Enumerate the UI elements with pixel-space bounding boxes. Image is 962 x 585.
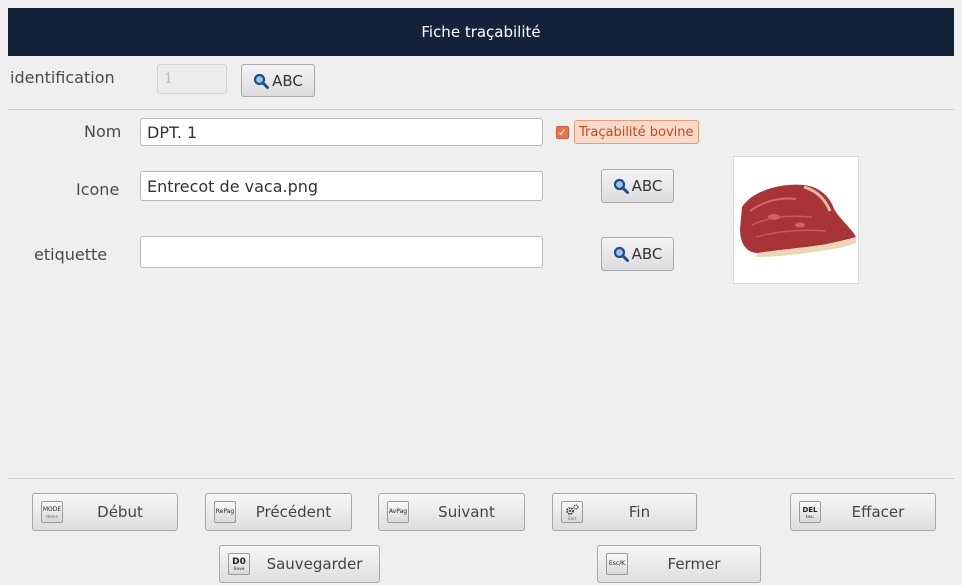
identification-label: identification xyxy=(10,68,115,87)
etiquette-label: etiquette xyxy=(34,245,108,264)
etiquette-search-button[interactable]: ABC xyxy=(601,237,674,271)
suivant-label: Suivant xyxy=(438,503,495,521)
identification-search-label: ABC xyxy=(272,71,303,90)
escape-key-icon: Esc/K xyxy=(606,553,628,575)
icone-input[interactable]: Entrecot de vaca.png xyxy=(140,171,543,201)
window-title: Fiche traçabilité xyxy=(421,23,541,41)
icone-search-label: ABC xyxy=(631,177,663,195)
page-down-key-icon: AvPag xyxy=(387,501,409,523)
delete-key-icon: DEL Ins. xyxy=(799,501,821,523)
sauvegarder-label: Sauvegarder xyxy=(266,555,363,573)
gear-icon xyxy=(566,503,579,515)
nom-value: DPT. 1 xyxy=(147,122,198,142)
identification-field: 1 xyxy=(157,64,227,94)
effacer-button[interactable]: DEL Ins. Effacer xyxy=(790,493,936,531)
etiquette-search-label: ABC xyxy=(631,245,663,263)
nom-label: Nom xyxy=(84,122,122,141)
precedent-label: Précédent xyxy=(255,503,332,521)
icone-label: Icone xyxy=(76,180,120,199)
fin-label: Fin xyxy=(628,503,651,521)
header-divider xyxy=(8,109,954,110)
icon-preview-frame xyxy=(733,156,859,284)
precedent-button[interactable]: RePag Précédent xyxy=(205,493,352,531)
etiquette-input[interactable] xyxy=(140,236,543,268)
identification-value: 1 xyxy=(164,71,173,87)
page-up-key-icon: RePag xyxy=(214,501,236,523)
save-key-icon: D0 Save xyxy=(228,553,250,575)
window-titlebar: Fiche traçabilité xyxy=(8,8,954,56)
magnifier-icon xyxy=(254,73,270,89)
suivant-button[interactable]: AvPag Suivant xyxy=(378,493,525,531)
steak-image xyxy=(740,184,856,257)
home-key-icon: MODE Home xyxy=(41,501,63,523)
fin-button[interactable]: End Fin xyxy=(552,493,697,531)
fermer-button[interactable]: Esc/K Fermer xyxy=(597,545,761,583)
debut-label: Début xyxy=(97,503,143,521)
icone-value: Entrecot de vaca.png xyxy=(147,176,319,196)
icone-search-button[interactable]: ABC xyxy=(601,169,674,203)
fermer-label: Fermer xyxy=(667,555,721,573)
gears-icon: End xyxy=(561,501,583,523)
magnifier-icon xyxy=(613,246,629,262)
debut-button[interactable]: MODE Home Début xyxy=(32,493,178,531)
footer-divider xyxy=(8,478,954,479)
sauvegarder-button[interactable]: D0 Save Sauvegarder xyxy=(219,545,380,583)
check-icon: ✓ xyxy=(557,126,568,139)
tracabilite-checkbox[interactable]: ✓ xyxy=(556,126,569,139)
tracabilite-label[interactable]: Traçabilité bovine xyxy=(574,120,699,144)
magnifier-icon xyxy=(613,178,629,194)
effacer-label: Effacer xyxy=(851,503,905,521)
identification-search-button[interactable]: ABC xyxy=(241,64,315,97)
nom-input[interactable]: DPT. 1 xyxy=(140,118,543,146)
